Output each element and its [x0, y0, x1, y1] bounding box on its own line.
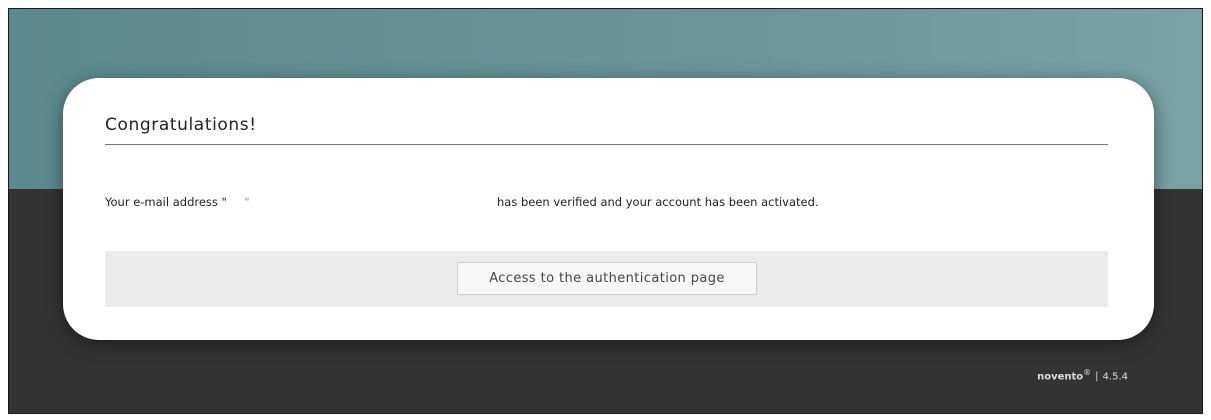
trademark-symbol: ® [1083, 368, 1092, 377]
redacted-email: " [244, 195, 250, 209]
confirmation-card: Congratulations! Your e-mail address " " … [63, 78, 1154, 340]
footer-brand: novento® | 4.5.4 [1037, 368, 1128, 382]
version-number: 4.5.4 [1102, 371, 1128, 383]
title-divider [105, 144, 1108, 145]
action-bar: Access to the authentication page [105, 251, 1108, 307]
verification-message: Your e-mail address " " has been verified… [105, 195, 819, 209]
access-authentication-button[interactable]: Access to the authentication page [457, 262, 757, 295]
message-prefix: Your e-mail address " [105, 195, 227, 209]
brand-name: novento [1037, 371, 1084, 383]
page-title: Congratulations! [105, 115, 257, 135]
message-suffix: has been verified and your account has b… [497, 195, 819, 209]
page-frame: Congratulations! Your e-mail address " " … [8, 8, 1203, 414]
footer-separator: | [1095, 371, 1099, 383]
